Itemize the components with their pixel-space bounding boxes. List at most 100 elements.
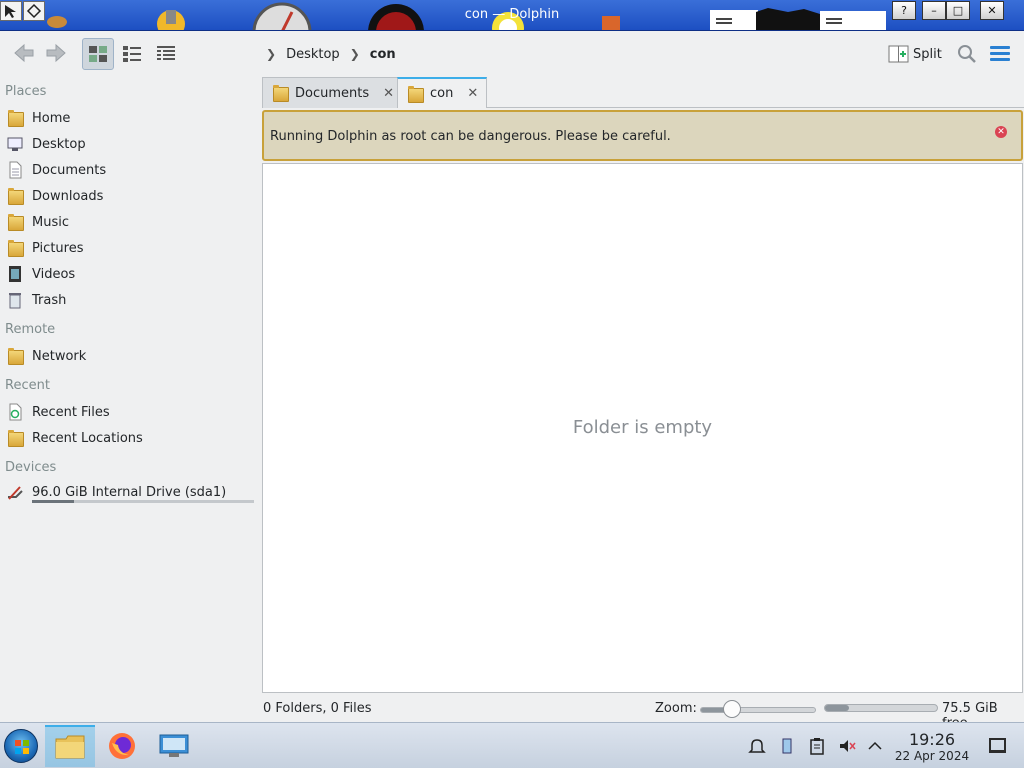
breadcrumb-current[interactable]: con [370, 47, 396, 62]
arrow-right-icon [46, 43, 66, 63]
windows-logo-icon [15, 740, 29, 754]
section-remote: Remote [5, 322, 56, 337]
clipboard-icon[interactable] [808, 737, 826, 755]
start-menu-button[interactable] [4, 729, 38, 763]
icons-view-button[interactable] [82, 38, 114, 70]
show-desktop-button[interactable] [989, 738, 1006, 753]
chevron-up-icon[interactable] [866, 737, 884, 755]
sidebar-item-downloads[interactable]: Downloads [6, 185, 103, 207]
warning-message: Running Dolphin as root can be dangerous… [270, 129, 671, 144]
status-bar: 0 Folders, 0 Files Zoom: 75.5 GiB free [0, 698, 1024, 731]
compact-view-button[interactable] [116, 38, 148, 70]
zoom-label: Zoom: [655, 701, 697, 716]
close-tab-icon[interactable]: ✕ [383, 86, 394, 101]
hamburger-menu-button[interactable] [990, 46, 1010, 62]
tab-bar: Documents ✕ con ✕ [262, 77, 1024, 108]
forward-button[interactable] [40, 37, 72, 69]
sidebar-item-label: Desktop [32, 136, 86, 152]
file-manager-icon [55, 735, 85, 759]
folder-icon [406, 85, 424, 103]
taskbar-firefox[interactable] [97, 725, 147, 767]
sidebar-item-label: Home [32, 110, 71, 126]
desktop-icon [6, 135, 24, 153]
firefox-icon [109, 733, 135, 759]
close-button[interactable]: ✕ [980, 1, 1004, 20]
close-tab-icon[interactable]: ✕ [467, 86, 478, 101]
taskbar-file-manager[interactable] [45, 725, 95, 767]
root-warning-banner: Running Dolphin as root can be dangerous… [262, 110, 1023, 161]
sidebar-item-desktop[interactable]: Desktop [6, 133, 86, 155]
section-devices: Devices [5, 460, 57, 475]
places-panel: Places Home Desktop Documents Downloads … [0, 80, 258, 720]
window-titlebar[interactable]: con — Dolphin ? – □ ✕ [0, 0, 1024, 31]
sidebar-item-label: Network [32, 348, 87, 364]
breadcrumb: ❯ Desktop ❯ con [262, 45, 396, 63]
minimize-button[interactable]: – [922, 1, 946, 20]
notifications-icon[interactable] [748, 737, 766, 755]
tab-documents[interactable]: Documents ✕ [262, 77, 404, 108]
sidebar-item-label: Recent Files [32, 404, 110, 420]
taskbar: 19:26 22 Apr 2024 [0, 722, 1024, 768]
hamburger-menu-icon [990, 46, 1010, 49]
folder-icon [271, 84, 289, 102]
maximize-button[interactable]: □ [946, 1, 970, 20]
sidebar-item-label: Pictures [32, 240, 84, 256]
split-button[interactable]: Split [888, 43, 942, 65]
recent-locations-folder-icon [6, 429, 24, 447]
empty-folder-message: Folder is empty [572, 417, 713, 438]
videos-icon [6, 265, 24, 283]
sidebar-item-network[interactable]: Network [6, 345, 86, 367]
section-recent: Recent [5, 378, 50, 393]
sidebar-item-label: Recent Locations [32, 430, 143, 446]
tab-con[interactable]: con ✕ [397, 77, 488, 108]
sidebar-item-music[interactable]: Music [6, 211, 69, 233]
system-settings-icon [159, 734, 189, 757]
taskbar-system-settings[interactable] [149, 725, 199, 767]
sidebar-item-documents[interactable]: Documents [6, 159, 106, 181]
recent-files-icon [6, 403, 24, 421]
documents-icon [6, 161, 24, 179]
arrow-left-icon [14, 43, 34, 63]
sidebar-item-label: Documents [32, 162, 107, 178]
clock-time[interactable]: 19:26 [895, 730, 969, 749]
help-button[interactable]: ? [892, 1, 916, 20]
window-title: con — Dolphin [464, 7, 560, 22]
tab-label: con [430, 86, 454, 101]
search-button[interactable] [956, 43, 978, 65]
icons-view-icon [89, 46, 107, 62]
clock-date[interactable]: 22 Apr 2024 [890, 749, 974, 763]
sidebar-item-label: Videos [32, 266, 76, 282]
sidebar-item-videos[interactable]: Videos [6, 263, 75, 285]
file-view[interactable]: Folder is empty [262, 163, 1023, 693]
chevron-right-icon: ❯ [349, 47, 360, 61]
search-icon [958, 45, 976, 63]
device-notifier-icon[interactable] [778, 737, 796, 755]
sidebar-item-label: Downloads [32, 188, 104, 204]
zoom-slider-handle[interactable] [723, 700, 742, 718]
breadcrumb-desktop[interactable]: Desktop [286, 47, 340, 62]
disk-space-bar[interactable] [824, 704, 938, 712]
zoom-slider[interactable] [700, 707, 816, 713]
hard-drive-icon [6, 483, 24, 501]
sidebar-item-home[interactable]: Home [6, 107, 70, 129]
item-count: 0 Folders, 0 Files [263, 701, 372, 716]
chevron-right-icon: ❯ [266, 47, 277, 61]
sidebar-item-trash[interactable]: Trash [6, 289, 66, 311]
trash-icon [6, 291, 24, 309]
sidebar-item-label: Trash [32, 292, 67, 308]
pictures-folder-icon [6, 239, 24, 257]
sidebar-item-recent-files[interactable]: Recent Files [6, 401, 110, 423]
details-view-icon [157, 46, 175, 60]
sidebar-item-pictures[interactable]: Pictures [6, 237, 83, 259]
sidebar-item-label: 96.0 GiB Internal Drive (sda1) [32, 484, 227, 500]
sidebar-item-recent-locations[interactable]: Recent Locations [6, 427, 143, 449]
dismiss-warning-icon[interactable]: ✕ [995, 126, 1007, 138]
details-view-button[interactable] [150, 38, 182, 70]
compact-view-icon [123, 46, 141, 62]
home-folder-icon [6, 109, 24, 127]
section-places: Places [5, 84, 47, 99]
volume-muted-icon[interactable] [838, 737, 856, 755]
network-folder-icon [6, 347, 24, 365]
main-toolbar: ❯ Desktop ❯ con Split [0, 31, 1024, 76]
back-button[interactable] [8, 37, 40, 69]
